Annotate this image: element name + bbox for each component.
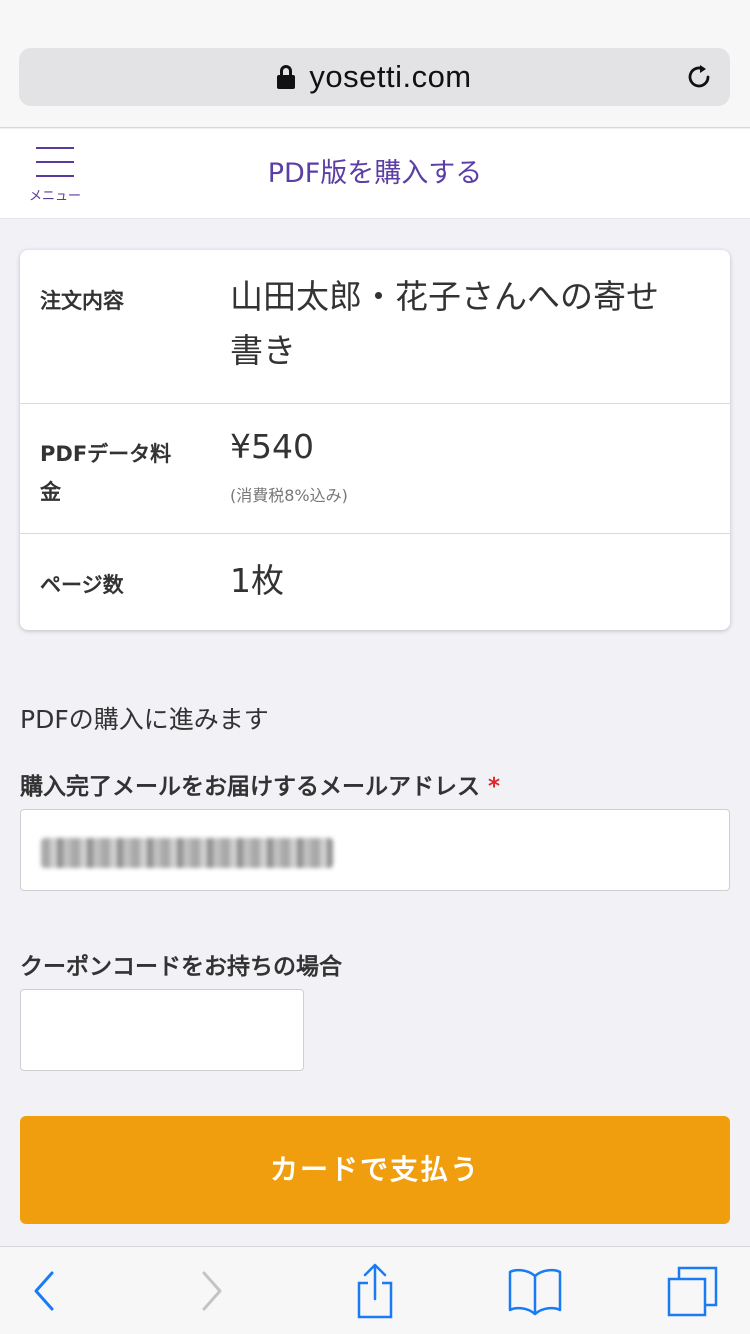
reload-icon[interactable]: [686, 63, 714, 91]
share-icon: [357, 1263, 393, 1319]
back-icon: [34, 1271, 54, 1311]
price-value: ¥540: [230, 427, 314, 466]
bookmarks-button[interactable]: [490, 1247, 580, 1334]
back-button[interactable]: [0, 1247, 90, 1334]
email-field[interactable]: [20, 809, 730, 891]
purchase-intro-text: PDFの購入に進みます: [20, 705, 269, 734]
share-button[interactable]: [330, 1247, 420, 1334]
order-row-content: 注文内容 山田太郎・花子さんへの寄せ 書き: [20, 250, 730, 404]
pages-label: ページ数: [40, 573, 124, 597]
menu-button[interactable]: メニュー: [26, 145, 84, 205]
browser-top-bar: yosetti.com: [0, 0, 750, 128]
tabs-button[interactable]: [648, 1247, 738, 1334]
price-tax-note: (消費税8%込み): [230, 486, 348, 505]
coupon-field-label: クーポンコードをお持ちの場合: [20, 954, 342, 980]
address-bar[interactable]: yosetti.com: [19, 48, 730, 106]
order-content-value-line1: 山田太郎・花子さんへの寄せ: [230, 277, 659, 316]
coupon-code-input[interactable]: [20, 989, 304, 1071]
hamburger-icon-bar: [36, 175, 74, 177]
hamburger-icon-bar: [36, 161, 74, 163]
order-row-price: PDFデータ料 金 ¥540 (消費税8%込み): [20, 404, 730, 534]
menu-label: メニュー: [28, 189, 81, 204]
required-mark: *: [488, 774, 501, 800]
price-label-line1: PDFデータ料: [40, 442, 172, 466]
pages-value: 1枚: [230, 561, 284, 600]
email-value-redacted: [41, 838, 333, 868]
forward-button[interactable]: [166, 1247, 256, 1334]
page-title: PDF版を購入する: [267, 158, 483, 189]
bookmarks-icon: [508, 1268, 562, 1316]
order-summary-card: 注文内容 山田太郎・花子さんへの寄せ 書き PDFデータ料 金 ¥540 (消費…: [20, 250, 730, 630]
order-row-pages: ページ数 1枚: [20, 534, 730, 630]
browser-toolbar: [0, 1246, 750, 1334]
order-content-label: 注文内容: [40, 289, 124, 313]
pay-with-card-button[interactable]: カードで支払う: [20, 1116, 730, 1224]
email-label-text: 購入完了メールをお届けするメールアドレス: [20, 774, 480, 800]
email-field-label: 購入完了メールをお届けするメールアドレス *: [20, 767, 500, 801]
order-content-value-line2: 書き: [230, 331, 296, 370]
price-label-line2: 金: [40, 480, 61, 504]
forward-icon: [202, 1271, 222, 1311]
site-header: PDF版を購入する メニュー: [0, 129, 750, 219]
lock-icon: [277, 65, 296, 89]
hamburger-icon: [36, 147, 74, 149]
url-text[interactable]: yosetti.com: [309, 59, 471, 95]
tabs-icon: [667, 1266, 718, 1317]
